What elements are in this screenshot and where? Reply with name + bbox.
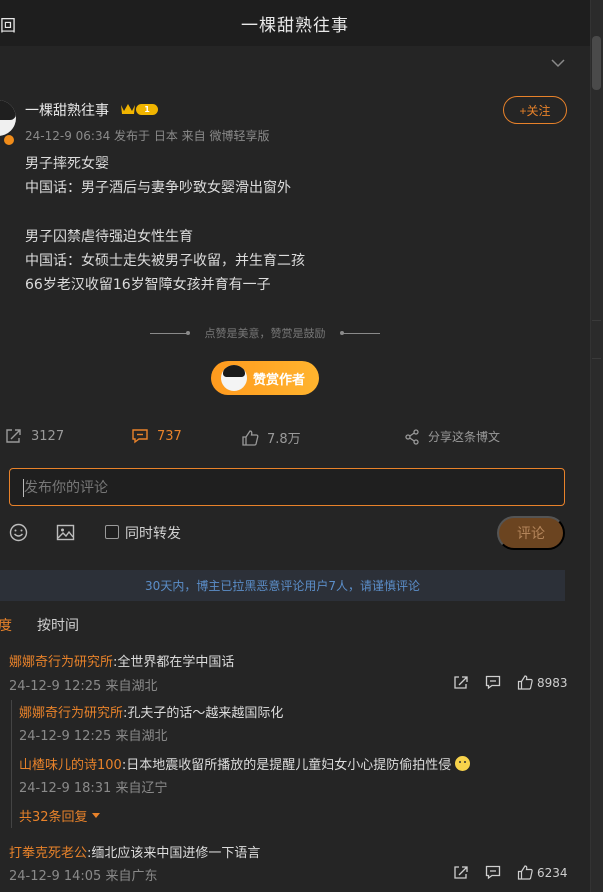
sort-tab-time[interactable]: 按时间 [37, 615, 79, 635]
comment-input[interactable]: 发布你的评论 [9, 468, 565, 506]
caret-down-icon [91, 813, 100, 818]
back-button[interactable]: 回 [0, 12, 16, 36]
comment-count: 737 [157, 428, 182, 444]
thumbs-up-icon [242, 429, 259, 446]
share-button[interactable]: 分享这条博文 [404, 428, 500, 445]
post-body: 男子摔死女婴 中国话：男子酒后与妻争吵致女婴滑出窗外 男子囚禁虐待强迫女性生育 … [25, 152, 305, 298]
chevron-down-icon[interactable] [551, 58, 565, 68]
comment-icon [132, 429, 148, 444]
comment-input-placeholder: 发布你的评论 [24, 480, 108, 496]
shy-face-emoji-icon [455, 756, 471, 771]
post-line: 66岁老汉收留16岁智障女孩并育有一子 [25, 277, 271, 294]
repost-checkbox[interactable] [105, 525, 119, 539]
blocked-users-notice: 30天内，博主已拉黑恶意评论用户7人，请谨慎评论 [0, 570, 565, 601]
comment-text: :缅北应该来中国进修一下语言 [87, 846, 261, 861]
post-line: 中国话：女硕士走失被男子收留，并生育二孩 [25, 253, 305, 270]
like-button[interactable]: 7.8万 [241, 428, 301, 447]
reward-hint-text: 点赞是美意，赞赏是鼓励 [204, 327, 326, 340]
verified-badge-icon [3, 134, 15, 146]
post-actions: 3127 737 7.8万 分享这条博文 [0, 424, 590, 450]
post-line: 男子囚禁虐待强迫女性生育 [25, 228, 193, 245]
reply-item: 娜娜奇行为研究所:孔夫子的话～越来越国际化 [19, 702, 283, 721]
post-line: 男子摔死女婴 [25, 156, 109, 172]
text-caret [23, 479, 24, 497]
comment-icon[interactable] [485, 675, 501, 690]
reply-author[interactable]: 山楂味儿的诗100 [19, 758, 122, 773]
repost-icon [6, 429, 21, 443]
reward-hint: 点赞是美意，赞赏是鼓励 [150, 325, 380, 341]
comment-like-count: 8983 [537, 675, 568, 690]
reply-text: :日本地震收留所播放的是提醒儿童妇女小心提防偷拍性侵 [121, 758, 452, 773]
comment-like-count: 6234 [537, 865, 568, 880]
comment-text: :全世界都在学中国话 [113, 655, 235, 670]
scrollbar-track[interactable] [590, 0, 603, 892]
submit-comment-button[interactable]: 评论 [497, 516, 565, 550]
reply-meta: 24-12-9 18:31 来自辽宁 [19, 781, 168, 796]
comment-button[interactable]: 737 [131, 428, 182, 444]
repost-button[interactable]: 3127 [5, 428, 64, 444]
reply-item: 山楂味儿的诗100:日本地震收留所播放的是提醒儿童妇女小心提防偷拍性侵 [19, 754, 471, 773]
comment-like-button[interactable]: 8983 [517, 675, 568, 690]
thumbs-up-icon [517, 865, 533, 880]
sort-tab-hot[interactable]: 度 [0, 615, 12, 635]
post-line [25, 201, 305, 225]
comment-like-button[interactable]: 6234 [517, 865, 568, 880]
crown-icon [121, 104, 135, 114]
avatar [221, 365, 247, 391]
repost-icon[interactable] [453, 675, 469, 690]
more-replies-link[interactable]: 共32条回复 [19, 806, 100, 825]
reply-meta: 24-12-9 12:25 来自湖北 [19, 729, 168, 744]
comment-author[interactable]: 打拳克死老公 [9, 846, 87, 861]
comment-author[interactable]: 娜娜奇行为研究所 [9, 655, 113, 670]
comment-meta: 24-12-9 12:25 来自湖北 [9, 679, 158, 694]
thumbs-up-icon [517, 675, 533, 690]
page-title: 一棵甜熟往事 [241, 15, 349, 36]
post-username[interactable]: 一棵甜熟往事 [25, 100, 109, 120]
emoji-icon[interactable] [9, 523, 28, 542]
reward-button-label: 赞赏作者 [253, 372, 306, 388]
comment-item: 娜娜奇行为研究所:全世界都在学中国话 [9, 651, 234, 670]
comment-icon[interactable] [485, 865, 501, 880]
repost-count: 3127 [31, 428, 65, 444]
level-badge: 1 [136, 104, 158, 115]
repost-icon[interactable] [453, 865, 469, 880]
post-line: 中国话：男子酒后与妻争吵致女婴滑出窗外 [25, 180, 291, 197]
reward-button[interactable]: 赞赏作者 [211, 361, 319, 395]
repost-checkbox-label[interactable]: 同时转发 [125, 523, 181, 543]
share-label: 分享这条博文 [428, 430, 501, 444]
comment-meta: 24-12-9 14:05 来自广东 [9, 869, 158, 884]
follow-button[interactable]: +关注 [503, 96, 567, 124]
share-icon [405, 428, 419, 445]
comment-item: 打拳克死老公:缅北应该来中国进修一下语言 [9, 842, 260, 861]
reply-author[interactable]: 娜娜奇行为研究所 [19, 706, 123, 721]
post-meta: 24-12-9 06:34 发布于 日本 来自 微博轻享版 [25, 129, 270, 143]
like-count: 7.8万 [267, 432, 301, 447]
side-divider [592, 358, 601, 359]
image-icon[interactable] [56, 523, 75, 542]
reply-text: :孔夫子的话～越来越国际化 [123, 706, 284, 721]
scrollbar-thumb[interactable] [592, 36, 601, 90]
more-replies-label: 共32条回复 [19, 810, 88, 825]
reply-thread-bar [11, 700, 12, 828]
page-header: 回 一棵甜熟往事 [0, 0, 590, 46]
side-divider [592, 320, 601, 321]
